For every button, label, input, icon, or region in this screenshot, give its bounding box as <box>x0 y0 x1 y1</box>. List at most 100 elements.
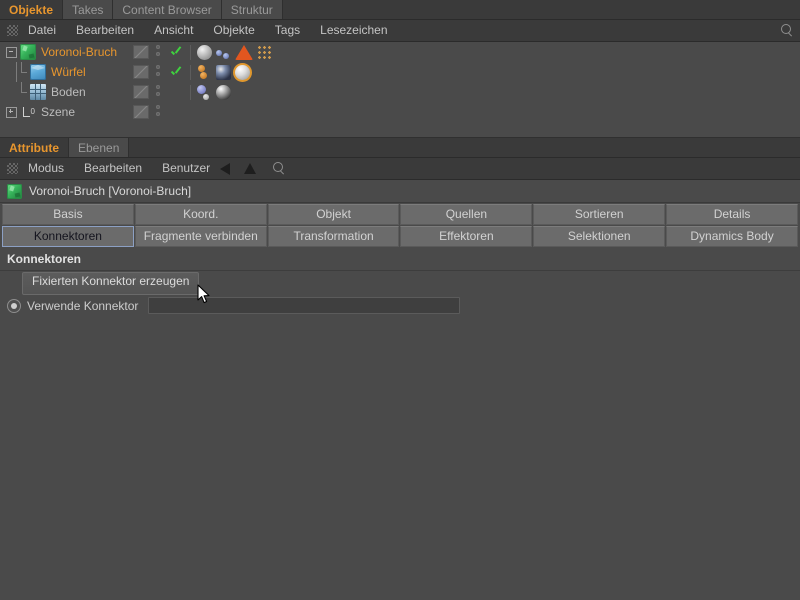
menu-lesezeichen[interactable]: Lesezeichen <box>310 20 397 41</box>
menu-objekte[interactable]: Objekte <box>203 20 264 41</box>
tree-elbow <box>17 82 30 102</box>
tag-cell <box>133 64 254 80</box>
visibility-dots-icon[interactable] <box>156 65 162 79</box>
enable-check-icon[interactable] <box>170 86 182 98</box>
orange-triangle-icon[interactable] <box>235 44 253 60</box>
table-row[interactable]: Voronoi-Bruch <box>0 42 800 62</box>
floor-icon <box>30 84 46 100</box>
tab-takes-label: Takes <box>72 2 104 17</box>
object-name[interactable]: Würfel <box>51 65 86 79</box>
tab-ebenen[interactable]: Ebenen <box>69 138 130 157</box>
tab-attribute-label: Attribute <box>9 140 59 155</box>
drag-grip-icon[interactable] <box>7 163 18 174</box>
use-connector-input[interactable] <box>148 297 461 314</box>
triangle-up-icon[interactable] <box>244 163 257 174</box>
page-title: Voronoi-Bruch [Voronoi-Bruch] <box>29 184 192 198</box>
tab-konnektoren[interactable]: Konnektoren <box>2 226 134 247</box>
tab-koord[interactable]: Koord. <box>134 204 267 225</box>
create-fixed-connector-button[interactable]: Fixierten Konnektor erzeugen <box>22 271 200 295</box>
tab-effektoren[interactable]: Effektoren <box>400 226 533 247</box>
tab-details[interactable]: Details <box>666 204 798 225</box>
orange-dots-icon[interactable] <box>197 64 212 80</box>
table-row[interactable]: Würfel <box>0 62 800 82</box>
table-row[interactable]: Boden <box>0 82 800 102</box>
tree-elbow <box>17 62 30 82</box>
tag-separator <box>190 64 191 80</box>
dot-grid-icon[interactable] <box>257 44 272 60</box>
material-white-icon[interactable] <box>235 64 250 80</box>
visibility-dots-icon[interactable] <box>156 45 162 59</box>
tab-selektionen[interactable]: Selektionen <box>533 226 666 247</box>
material-sphere-icon[interactable] <box>216 84 231 100</box>
magnifier-icon[interactable] <box>778 22 796 40</box>
tree-cell: Würfel <box>6 62 133 82</box>
tab-transformation[interactable]: Transformation <box>267 226 400 247</box>
section-title: Konnektoren <box>0 247 800 271</box>
tab-struktur-label: Struktur <box>230 2 273 17</box>
menu-ansicht[interactable]: Ansicht <box>144 20 203 41</box>
tab-struktur[interactable]: Struktur <box>221 0 283 19</box>
material-dark-icon[interactable] <box>216 64 231 80</box>
attribute-nav-icons <box>220 160 300 178</box>
tab-objekte[interactable]: Objekte <box>0 0 64 19</box>
tag-separator <box>190 44 191 60</box>
menu-bearbeiten[interactable]: Bearbeiten <box>66 20 144 41</box>
tab-attribute[interactable]: Attribute <box>0 138 69 157</box>
use-connector-checkbox[interactable] <box>7 298 21 313</box>
property-tab-row-1: Basis Koord. Objekt Quellen Sortieren De… <box>2 204 798 225</box>
object-tree[interactable]: Voronoi-Bruch Würfel Boden 0 Szene <box>0 42 800 138</box>
tab-takes[interactable]: Takes <box>63 0 114 19</box>
object-manager-tabstrip: Objekte Takes Content Browser Struktur <box>0 0 800 20</box>
menu-bearbeiten[interactable]: Bearbeiten <box>74 158 152 179</box>
sphere-dots-icon[interactable] <box>197 44 212 60</box>
tab-quellen[interactable]: Quellen <box>400 204 533 225</box>
expander-minus-icon[interactable] <box>6 46 17 58</box>
object-name[interactable]: Boden <box>51 85 86 99</box>
voronoi-fracture-icon <box>20 44 36 60</box>
konnektoren-panel: Konnektoren Fixierten Konnektor erzeugen… <box>0 247 800 600</box>
tag-separator <box>190 84 191 100</box>
enable-check-icon[interactable] <box>170 66 182 78</box>
tab-content-browser-label: Content Browser <box>122 2 212 17</box>
tag-cell <box>133 84 235 100</box>
menu-tags[interactable]: Tags <box>265 20 310 41</box>
attribute-object-title: Voronoi-Bruch [Voronoi-Bruch] <box>0 180 800 203</box>
tab-fragmente-verbinden[interactable]: Fragmente verbinden <box>134 226 267 247</box>
drag-grip-icon[interactable] <box>7 25 18 36</box>
tag-cell <box>133 44 276 60</box>
magnifier-icon[interactable] <box>270 160 288 178</box>
tab-content-browser[interactable]: Content Browser <box>113 0 222 19</box>
tab-sortieren[interactable]: Sortieren <box>533 204 666 225</box>
create-connector-row: Fixierten Konnektor erzeugen <box>0 271 800 295</box>
tab-basis[interactable]: Basis <box>2 204 134 225</box>
use-connector-row: Verwende Konnektor <box>0 295 800 316</box>
tab-dynamics-body[interactable]: Dynamics Body <box>666 226 798 247</box>
menu-datei[interactable]: Datei <box>18 20 66 41</box>
object-name[interactable]: Voronoi-Bruch <box>41 45 117 59</box>
cube-icon <box>30 64 46 80</box>
expander-plus-icon[interactable] <box>6 106 17 118</box>
triangle-left-icon[interactable] <box>220 162 231 175</box>
table-row[interactable]: 0 Szene <box>0 102 800 122</box>
visibility-dots-icon[interactable] <box>156 105 162 119</box>
tree-cell: Voronoi-Bruch <box>6 44 133 60</box>
tree-cell: Boden <box>6 82 133 102</box>
layer-color-swatch[interactable] <box>133 45 149 59</box>
tab-objekt[interactable]: Objekt <box>267 204 400 225</box>
enable-check-icon[interactable] <box>170 46 182 58</box>
attribute-manager-menubar: Modus Bearbeiten Benutzer <box>0 158 800 180</box>
menu-benutzer[interactable]: Benutzer <box>152 158 220 179</box>
object-name[interactable]: Szene <box>41 105 75 119</box>
property-tab-row-2: Konnektoren Fragmente verbinden Transfor… <box>2 226 798 247</box>
blue-dots-icon[interactable] <box>216 45 231 60</box>
layer-color-swatch[interactable] <box>133 85 149 99</box>
layer-color-swatch[interactable] <box>133 65 149 79</box>
object-manager-menubar: Datei Bearbeiten Ansicht Objekte Tags Le… <box>0 20 800 42</box>
layer-color-swatch[interactable] <box>133 105 149 119</box>
scene-layer-icon: 0 <box>20 104 36 120</box>
use-connector-label: Verwende Konnektor <box>27 298 139 313</box>
visibility-dots-icon[interactable] <box>156 85 162 99</box>
menu-modus[interactable]: Modus <box>18 158 74 179</box>
cinema4d-window: Objekte Takes Content Browser Struktur D… <box>0 0 800 600</box>
purple-dots-icon[interactable] <box>197 84 212 100</box>
